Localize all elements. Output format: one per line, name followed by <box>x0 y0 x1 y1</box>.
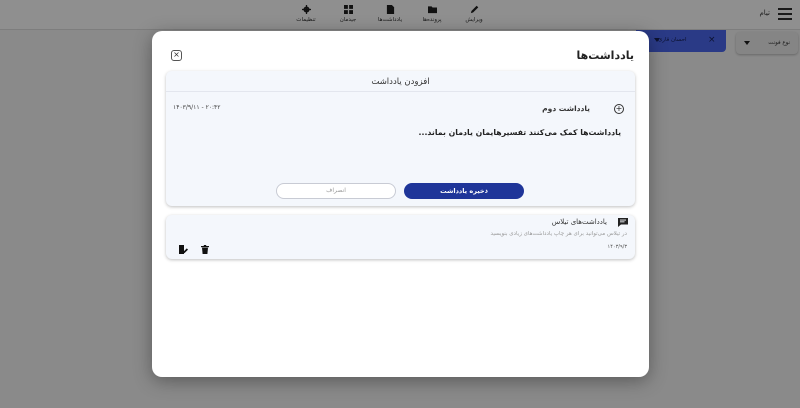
hamburger-menu-icon[interactable] <box>778 8 792 20</box>
save-note-button[interactable]: ذخیره یادداشت <box>404 183 524 199</box>
toolbar-item-settings[interactable]: تنظیمات <box>292 5 320 23</box>
comment-icon <box>618 218 628 227</box>
toolbar-item-label: پرونده‌ها <box>422 17 442 23</box>
toolbar-item-layout[interactable]: جیدمان <box>334 5 362 23</box>
note-date: ۱۴۰۳/۹/۱۱ - ۲۰:۴۲ <box>173 104 221 111</box>
note-editor-card: افزودن یادداشت + یادداشت دوم ۱۴۰۳/۹/۱۱ -… <box>166 71 635 206</box>
notes-dialog: یادداشت‌ها × افزودن یادداشت + یادداشت دو… <box>152 31 649 377</box>
note-item-date: ۱۴۰۳/۹/۳ <box>607 244 627 250</box>
note-body-textarea[interactable]: یادداشت‌ها کمک می‌کنند تفسیرهایمان یادما… <box>419 128 621 137</box>
note-item-preview: در تیلاس می‌توانید برای هر چاپ یادداشت‌ه… <box>490 231 627 237</box>
gear-icon <box>301 5 311 14</box>
toolbar-item-label: جیدمان <box>339 17 357 23</box>
folder-icon <box>427 6 437 14</box>
dialog-title: یادداشت‌ها <box>576 49 634 62</box>
note-item-title: یادداشت‌های تیلاس <box>551 218 607 226</box>
toolbar-item-label: تنظیمات <box>296 17 316 23</box>
chevron-down-icon <box>744 41 750 45</box>
app-title: تیام <box>759 9 770 17</box>
toolbar-item-label: ویرایش <box>465 17 483 23</box>
grid-icon <box>343 5 353 14</box>
top-app-bar: تیام تنظیمات جیدمان یادداشت‌ها پرونده‌ها… <box>0 0 800 30</box>
font-select[interactable]: نوع فونت <box>736 32 798 54</box>
note-icon <box>386 5 394 14</box>
add-icon[interactable]: + <box>614 104 624 114</box>
font-select-label: نوع فونت <box>768 40 790 46</box>
close-icon[interactable]: × <box>171 50 182 61</box>
note-list-item[interactable]: یادداشت‌های تیلاس در تیلاس می‌توانید برا… <box>166 215 635 259</box>
cancel-button[interactable]: انصراف <box>276 183 396 199</box>
close-icon[interactable]: × <box>708 35 716 45</box>
toolbar-item-files[interactable]: پرونده‌ها <box>418 5 446 23</box>
toolbar-item-label: یادداشت‌ها <box>377 17 403 23</box>
translation-select-label: احسان قاری <box>658 37 687 43</box>
toolbar-item-edit[interactable]: ویرایش <box>460 5 488 23</box>
delete-icon[interactable] <box>201 245 209 254</box>
toolbar: تنظیمات جیدمان یادداشت‌ها پرونده‌ها ویرا… <box>292 5 488 23</box>
editor-heading: افزودن یادداشت <box>371 77 430 87</box>
edit-icon[interactable] <box>179 245 188 254</box>
pencil-icon <box>470 5 478 14</box>
note-title-field[interactable]: یادداشت دوم <box>542 104 590 113</box>
toolbar-item-notes[interactable]: یادداشت‌ها <box>376 5 404 23</box>
translation-select[interactable]: احسان قاری × <box>636 30 726 52</box>
divider <box>166 91 635 92</box>
